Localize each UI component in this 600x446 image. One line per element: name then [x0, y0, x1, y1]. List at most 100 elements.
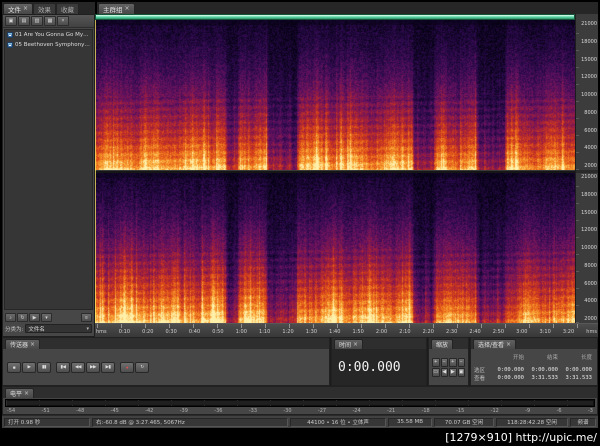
sort-label: 分类为:	[5, 326, 24, 333]
close-icon[interactable]: ×	[23, 6, 28, 12]
timeline-ruler[interactable]: hms 0:10 0:20 0:30 0:40 0:50 1:00 1:10 1:20 1:30 1…	[95, 323, 598, 337]
record-button[interactable]: ●	[120, 361, 134, 373]
sort-select[interactable]: 文件名 ▾	[25, 324, 92, 333]
show-video-files-button[interactable]: ▶	[29, 312, 40, 322]
frequency-label: 10000	[581, 245, 597, 251]
go-to-start-button[interactable]: ▮◀	[56, 361, 70, 373]
open-file-button[interactable]: ▤	[18, 16, 30, 26]
close-icon[interactable]: ×	[353, 341, 358, 348]
timeline-label: 2:00	[375, 329, 388, 335]
tab-levels[interactable]: 电平 ×	[5, 388, 35, 398]
level-meter-right-bar	[7, 403, 593, 405]
db-scale-label: -54	[7, 407, 16, 414]
spectrogram-left-channel[interactable]	[95, 20, 575, 170]
import-file-button[interactable]: ▣	[5, 16, 17, 26]
level-meter[interactable]	[5, 399, 595, 407]
file-list-item[interactable]: 05 Beethoven Symphony No.9	[5, 40, 92, 50]
end-value[interactable]: 3:31.533	[526, 375, 560, 381]
play-button[interactable]: ▶	[22, 361, 36, 373]
zoom-to-selection-button[interactable]: ▭	[432, 367, 440, 377]
time-display[interactable]: 0:00.000	[332, 349, 426, 385]
start-value[interactable]: 0:00.000	[492, 375, 526, 381]
stop-button[interactable]: ■	[7, 361, 21, 373]
top-tab-bar: 文件 × 效果 收藏 主群组 ×	[2, 2, 598, 14]
close-icon[interactable]: ×	[24, 390, 29, 397]
close-icon[interactable]: ×	[125, 6, 130, 12]
watermark-bar: [1279×910] http://upic.me/	[0, 428, 600, 446]
zoom-out-button[interactable]: −	[440, 357, 448, 367]
timeline-label: 2:40	[469, 329, 481, 335]
time-value: 0:00.000	[338, 359, 401, 375]
timeline-label: 2:50	[492, 329, 505, 335]
zoom-selection-left-button[interactable]: ◀	[440, 367, 448, 377]
go-to-end-button[interactable]: ▶▮	[101, 361, 115, 373]
db-scale-label: -36	[214, 407, 223, 414]
length-value[interactable]: 0:00.000	[560, 367, 594, 373]
selection-view-table: 开始 结束 长度 选区 0:00.000 0:00.000 0:00.000 查…	[471, 349, 597, 385]
timeline-label: hms	[96, 329, 107, 335]
frequency-ruler[interactable]: 21000 18000 15000 12000 10000 8000 6000 4000 200…	[575, 20, 598, 323]
frequency-label: 18000	[581, 191, 597, 198]
zoom-full-button[interactable]: ▣	[457, 367, 465, 377]
start-value[interactable]: 0:00.000	[492, 367, 526, 373]
tab-files[interactable]: 文件 ×	[3, 3, 34, 14]
selection-view-header-row: 开始 结束 长度	[474, 353, 594, 361]
db-scale-label: -18	[421, 407, 430, 414]
zoom-in-button[interactable]: +	[432, 357, 440, 367]
tab-transport[interactable]: 传送器 ×	[5, 339, 41, 349]
spectral-display: 21000 18000 15000 12000 10000 8000 6000 4000 200…	[95, 20, 598, 323]
frequency-label: 10000	[581, 92, 597, 98]
fast-forward-button[interactable]: ▶▶	[86, 361, 100, 373]
show-loop-files-button[interactable]: ↻	[17, 312, 28, 322]
db-scale-label: -33	[248, 407, 257, 414]
file-list-item[interactable]: 01 Are You Gonna Go My Way	[5, 30, 92, 40]
db-scale-label: -48	[76, 407, 85, 414]
zoom-selection-right-button[interactable]: ▶	[449, 367, 457, 377]
file-list: 01 Are You Gonna Go My Way 05 Beethoven …	[4, 29, 93, 310]
frequency-label: 15000	[581, 209, 597, 216]
status-disk-free: 70.07 GB 空闲	[434, 417, 494, 427]
tab-favorites[interactable]: 收藏	[56, 3, 80, 14]
db-scale-label: -51	[41, 407, 50, 414]
col-header-length: 长度	[580, 354, 592, 361]
loop-play-button[interactable]: ↻	[135, 361, 149, 373]
frequency-label: 2000	[584, 316, 597, 322]
tab-time[interactable]: 时间 ×	[334, 339, 364, 349]
show-audio-files-button[interactable]: ♪	[5, 312, 16, 322]
tab-levels-label: 电平	[10, 391, 23, 398]
sort-value: 文件名	[28, 326, 45, 333]
db-scale-label: -3	[587, 407, 593, 414]
playhead[interactable]	[95, 20, 96, 323]
spectrogram-right-channel[interactable]	[95, 173, 575, 323]
show-markers-button[interactable]: ▾	[41, 312, 52, 322]
timeline-label: 0:40	[188, 329, 201, 335]
status-cursor-info: 右:-60.8 dB @ 3:27.465, 5067Hz	[92, 417, 288, 427]
watermark: [1279×910] http://upic.me/	[445, 430, 597, 444]
close-icon[interactable]: ×	[30, 341, 35, 348]
audio-file-icon	[7, 42, 13, 48]
tab-zoom[interactable]: 缩放	[431, 339, 454, 349]
tab-main-group[interactable]: 主群组 ×	[98, 3, 135, 14]
close-icon[interactable]: ×	[506, 341, 511, 348]
timeline-label: 1:40	[329, 329, 341, 335]
pause-button[interactable]: ▮▮	[37, 361, 51, 373]
close-file-button[interactable]: ×	[57, 16, 69, 26]
zoom-in-vertical-button[interactable]: +	[449, 357, 457, 367]
files-panel-menu-button[interactable]: ≡	[81, 312, 92, 322]
end-value[interactable]: 0:00.000	[526, 367, 560, 373]
media-browser-button[interactable]: ▥	[31, 16, 43, 26]
length-value[interactable]: 3:31.533	[560, 375, 594, 381]
tab-effects[interactable]: 效果	[33, 3, 57, 14]
files-toolbar: ▣ ▤ ▥ ▦ ×	[3, 15, 94, 28]
insert-into-multitrack-button[interactable]: ▦	[44, 16, 56, 26]
frequency-label: 6000	[584, 127, 597, 134]
tab-selection-view-label: 选择/查看	[478, 342, 505, 349]
zoom-panel: 缩放 + − + − ▭ ◀ ▶ ▣	[428, 337, 469, 386]
files-footer-toolbar: ♪ ↻ ▶ ▾ ≡	[3, 311, 94, 323]
rewind-button[interactable]: ◀◀	[71, 361, 85, 373]
zoom-out-vertical-button[interactable]: −	[457, 357, 465, 367]
tab-selection-view[interactable]: 选择/查看 ×	[473, 339, 517, 349]
row-label: 选区	[474, 367, 486, 374]
transport-controls: ■ ▶ ▮▮ ▮◀ ◀◀ ▶▶ ▶▮ ● ↻	[3, 349, 329, 385]
status-format: 44100 • 16 位 • 立体声	[290, 417, 386, 427]
